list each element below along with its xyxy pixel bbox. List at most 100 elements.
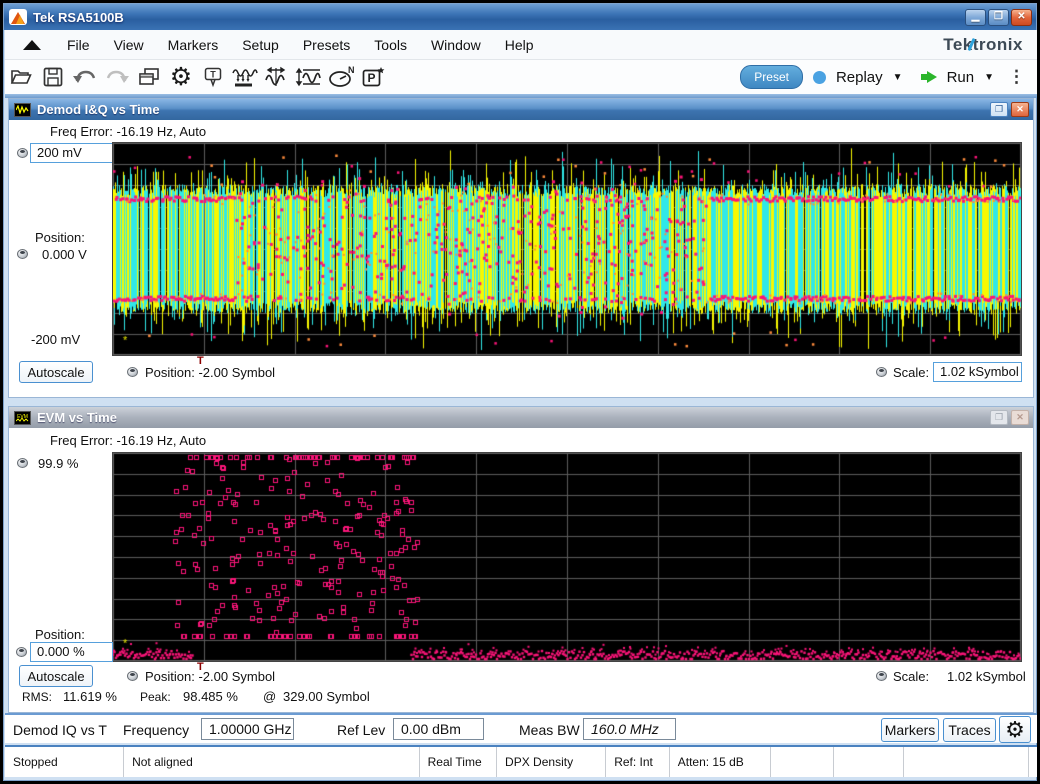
menu-file[interactable]: File bbox=[55, 33, 102, 57]
menu-tools[interactable]: Tools bbox=[362, 33, 419, 57]
panel2-position-input[interactable]: 0.000 % bbox=[30, 642, 113, 662]
menu-markers[interactable]: Markers bbox=[156, 33, 231, 57]
replay-button[interactable]: Replay bbox=[836, 69, 883, 86]
run-button[interactable]: Run bbox=[947, 69, 975, 86]
meas-bw-input[interactable]: 160.0 MHz bbox=[583, 718, 676, 740]
title-bar: Tek RSA5100B ▁ ❐ ✕ bbox=[4, 4, 1036, 30]
run-caret-icon[interactable]: ▼ bbox=[984, 72, 994, 83]
marker-tag-icon[interactable]: T bbox=[197, 63, 229, 91]
menu-bar: File View Markers Setup Presets Tools Wi… bbox=[5, 30, 1037, 60]
markers-button[interactable]: Markers bbox=[881, 718, 939, 742]
minimize-icon[interactable]: ▁ bbox=[965, 8, 986, 26]
panel1-scale-label: Scale: bbox=[893, 365, 930, 380]
demod-iq-panel-icon bbox=[14, 102, 31, 117]
svg-text:T: T bbox=[210, 70, 216, 80]
replay-caret-icon[interactable]: ▼ bbox=[893, 72, 903, 83]
status-display: DPX Density bbox=[497, 747, 607, 777]
arrange-windows-icon[interactable] bbox=[133, 63, 165, 91]
panel2-position-label: Position: bbox=[35, 627, 85, 642]
acquisition-clock-icon[interactable]: N bbox=[325, 63, 357, 91]
span-waveform-icon[interactable] bbox=[261, 63, 293, 91]
preset-button[interactable]: Preset bbox=[740, 65, 803, 89]
replay-status-icon bbox=[812, 70, 826, 84]
frequency-input[interactable]: 1.00000 GHz bbox=[201, 718, 294, 740]
amplitude-vs-time-icon[interactable] bbox=[293, 63, 325, 91]
restore-icon[interactable]: ❐ bbox=[988, 8, 1009, 26]
status-acquisition: Stopped bbox=[5, 747, 125, 777]
measurement-name: Demod IQ vs T bbox=[13, 722, 107, 738]
menu-presets[interactable]: Presets bbox=[291, 33, 362, 57]
at-value: 329.00 Symbol bbox=[283, 689, 370, 704]
panel2-restore-icon[interactable]: ❐ bbox=[990, 410, 1008, 425]
peak-value: 98.485 % bbox=[183, 689, 238, 704]
panel1-scale-knob-icon[interactable] bbox=[17, 148, 28, 158]
panel2-xposition-knob-icon[interactable] bbox=[127, 671, 138, 681]
ref-lev-input[interactable]: 0.00 dBm bbox=[393, 718, 484, 740]
status-bar: Stopped Not aligned Real Time DPX Densit… bbox=[5, 745, 1037, 777]
traces-button[interactable]: Traces bbox=[943, 718, 996, 742]
panel1-xposition-knob-icon[interactable] bbox=[127, 367, 138, 377]
panel1-position-value[interactable]: 0.000 V bbox=[42, 247, 87, 262]
evm-plot[interactable] bbox=[112, 452, 1022, 662]
panel-evm-vs-time: EVM EVM vs Time ❐ ✕ Freq Error: -16.19 H… bbox=[8, 406, 1034, 713]
user-preset-icon[interactable]: P bbox=[357, 63, 389, 91]
settings-gear-icon[interactable]: ⚙ bbox=[165, 63, 197, 91]
screen: Tek RSA5100B ▁ ❐ ✕ File View Markers Set… bbox=[0, 0, 1040, 784]
panel2-scale-value[interactable]: 1.02 kSymbol bbox=[947, 669, 1026, 684]
more-options-icon[interactable]: ⋮ bbox=[1004, 67, 1029, 87]
panel1-position-knob-icon[interactable] bbox=[17, 249, 28, 259]
panel1-close-icon[interactable]: ✕ bbox=[1011, 102, 1029, 117]
toolbar: ⚙ T N P Preset Replay ▼ Run ▼ ⋮ bbox=[5, 60, 1037, 94]
menu-help[interactable]: Help bbox=[493, 33, 546, 57]
settings-gear-button[interactable]: ⚙ bbox=[999, 716, 1031, 743]
demod-iq-plot[interactable] bbox=[112, 142, 1022, 356]
menu-setup[interactable]: Setup bbox=[230, 33, 291, 57]
menu-view[interactable]: View bbox=[102, 33, 156, 57]
status-spare2 bbox=[834, 747, 904, 777]
panel2-scale-knob-icon[interactable] bbox=[17, 458, 28, 468]
svg-text:P: P bbox=[367, 71, 375, 85]
undo-icon[interactable] bbox=[69, 63, 101, 91]
panel1-title: Demod I&Q vs Time bbox=[37, 102, 160, 117]
panel2-x-position[interactable]: Position: -2.00 Symbol bbox=[145, 669, 275, 684]
panel1-x-position[interactable]: Position: -2.00 Symbol bbox=[145, 365, 275, 380]
panel1-xscale-knob-icon[interactable] bbox=[876, 367, 887, 377]
status-spare3 bbox=[904, 747, 1029, 777]
panel1-bottom-scale: -200 mV bbox=[31, 332, 81, 347]
panel1-position-label: Position: bbox=[35, 230, 85, 245]
panel2-top-scale[interactable]: 99.9 % bbox=[38, 456, 78, 471]
status-ref: Ref: Int bbox=[606, 747, 670, 777]
panel1-freq-error: Freq Error: -16.19 Hz, Auto bbox=[50, 124, 207, 139]
panel1-header[interactable]: Demod I&Q vs Time ❐ ✕ bbox=[9, 99, 1033, 120]
panel2-close-icon[interactable]: ✕ bbox=[1011, 410, 1029, 425]
panel2-position-knob-icon[interactable] bbox=[16, 647, 27, 657]
status-filler bbox=[1029, 747, 1037, 777]
ref-lev-label: Ref Lev bbox=[337, 722, 386, 738]
evm-canvas[interactable] bbox=[113, 453, 1021, 661]
eject-icon[interactable] bbox=[23, 39, 41, 50]
menu-window[interactable]: Window bbox=[419, 33, 493, 57]
redo-icon[interactable] bbox=[101, 63, 133, 91]
panel1-scale-input[interactable]: 1.02 kSymbol bbox=[933, 362, 1022, 382]
panel1-top-scale-input[interactable]: 200 mV bbox=[30, 143, 113, 163]
svg-text:N: N bbox=[348, 65, 355, 75]
app-window: Tek RSA5100B ▁ ❐ ✕ File View Markers Set… bbox=[3, 3, 1037, 781]
peak-label: Peak: bbox=[140, 690, 171, 704]
panel-demod-iq-vs-time: Demod I&Q vs Time ❐ ✕ Freq Error: -16.19… bbox=[8, 98, 1034, 398]
panel1-autoscale-button[interactable]: Autoscale bbox=[19, 361, 93, 383]
save-icon[interactable] bbox=[37, 63, 69, 91]
spectrum-trigger-icon[interactable] bbox=[229, 63, 261, 91]
panel2-autoscale-button[interactable]: Autoscale bbox=[19, 665, 93, 687]
open-file-icon[interactable] bbox=[5, 63, 37, 91]
panel2-xscale-knob-icon[interactable] bbox=[876, 671, 887, 681]
status-spare1 bbox=[771, 747, 835, 777]
close-icon[interactable]: ✕ bbox=[1011, 8, 1032, 26]
run-arrow-icon bbox=[920, 71, 937, 83]
demod-iq-canvas[interactable] bbox=[113, 143, 1021, 355]
window-title: Tek RSA5100B bbox=[33, 9, 124, 25]
control-bar: Demod IQ vs T Frequency 1.00000 GHz Ref … bbox=[5, 713, 1037, 743]
panel1-restore-icon[interactable]: ❐ bbox=[990, 102, 1008, 117]
panel2-header[interactable]: EVM EVM vs Time ❐ ✕ bbox=[9, 407, 1033, 428]
panel2-title: EVM vs Time bbox=[37, 410, 117, 425]
frequency-label: Frequency bbox=[123, 722, 190, 738]
